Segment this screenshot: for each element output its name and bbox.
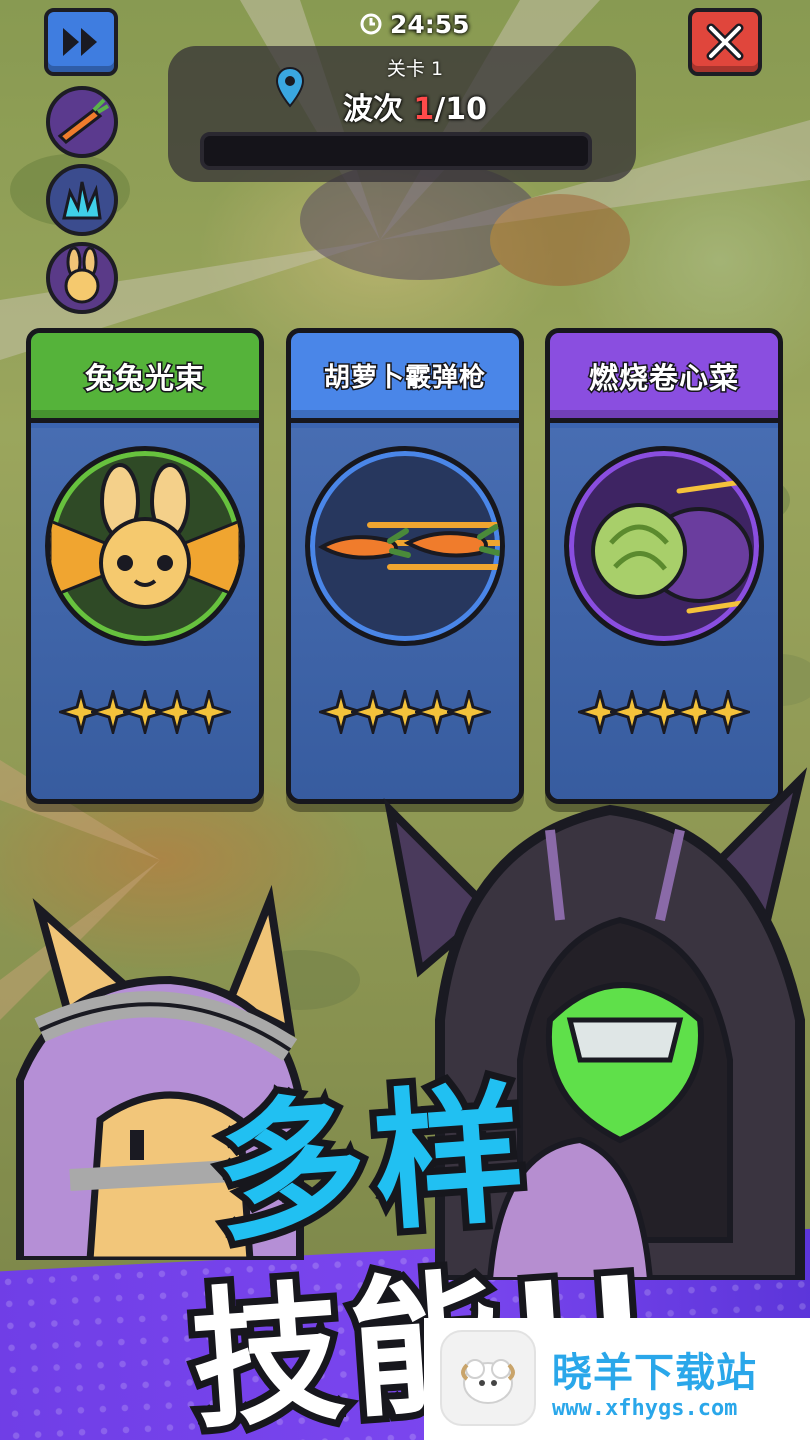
stage-label: 关卡 1 xyxy=(386,58,444,80)
wave-counter: 波次 1/10 xyxy=(300,84,530,128)
watermark-logo xyxy=(440,1330,536,1426)
carrot-slash-icon xyxy=(57,98,110,144)
wave-prefix: 波次 xyxy=(342,92,414,127)
star-icon xyxy=(187,690,231,734)
wave-current: 1 xyxy=(413,92,435,127)
card-header: 兔兔光束 xyxy=(31,333,259,423)
close-button[interactable] xyxy=(688,8,762,76)
carrot-shotgun-icon xyxy=(317,522,500,570)
card-title: 燃烧卷心菜 xyxy=(587,359,739,396)
promo-headline-line1: 多样 xyxy=(203,1060,544,1270)
card-header: 胡萝卜霰弹枪 xyxy=(291,333,519,423)
skill-icon-frame xyxy=(564,446,764,646)
card-header: 燃烧卷心菜 xyxy=(550,333,778,423)
close-icon xyxy=(706,23,744,61)
card-title: 胡萝卜霰弹枪 xyxy=(322,362,486,395)
blue-flame-icon xyxy=(62,181,102,220)
watermark-site-name: 晓羊下载站 xyxy=(552,1350,757,1396)
skill-icon-frame xyxy=(305,446,505,646)
equipped-skill-blue-flame[interactable] xyxy=(46,164,118,236)
wave-progress-bar xyxy=(200,132,592,170)
wave-total: /10 xyxy=(434,92,488,127)
watermark-url: www.xfhygs.com xyxy=(552,1396,738,1421)
skill-icon-frame xyxy=(45,446,245,646)
bunny-beam-icon xyxy=(50,463,240,609)
clock-icon xyxy=(360,13,382,35)
card-body xyxy=(31,428,259,799)
fast-forward-button[interactable] xyxy=(44,8,118,76)
star-rating xyxy=(31,690,259,734)
bunny-beam-icon xyxy=(64,246,100,304)
fast-forward-icon xyxy=(63,28,97,56)
sheep-logo-icon xyxy=(461,1359,515,1404)
equipped-skill-carrot-slash[interactable] xyxy=(46,86,118,158)
battle-timer: 24:55 xyxy=(360,8,470,40)
skill-card-bunny-beam[interactable]: 兔兔光束 xyxy=(26,328,264,804)
card-title: 兔兔光束 xyxy=(83,359,205,396)
burning-cabbage-icon xyxy=(591,478,758,614)
timer-text: 24:55 xyxy=(390,9,470,39)
equipped-skill-bunny-beam[interactable] xyxy=(46,242,118,314)
